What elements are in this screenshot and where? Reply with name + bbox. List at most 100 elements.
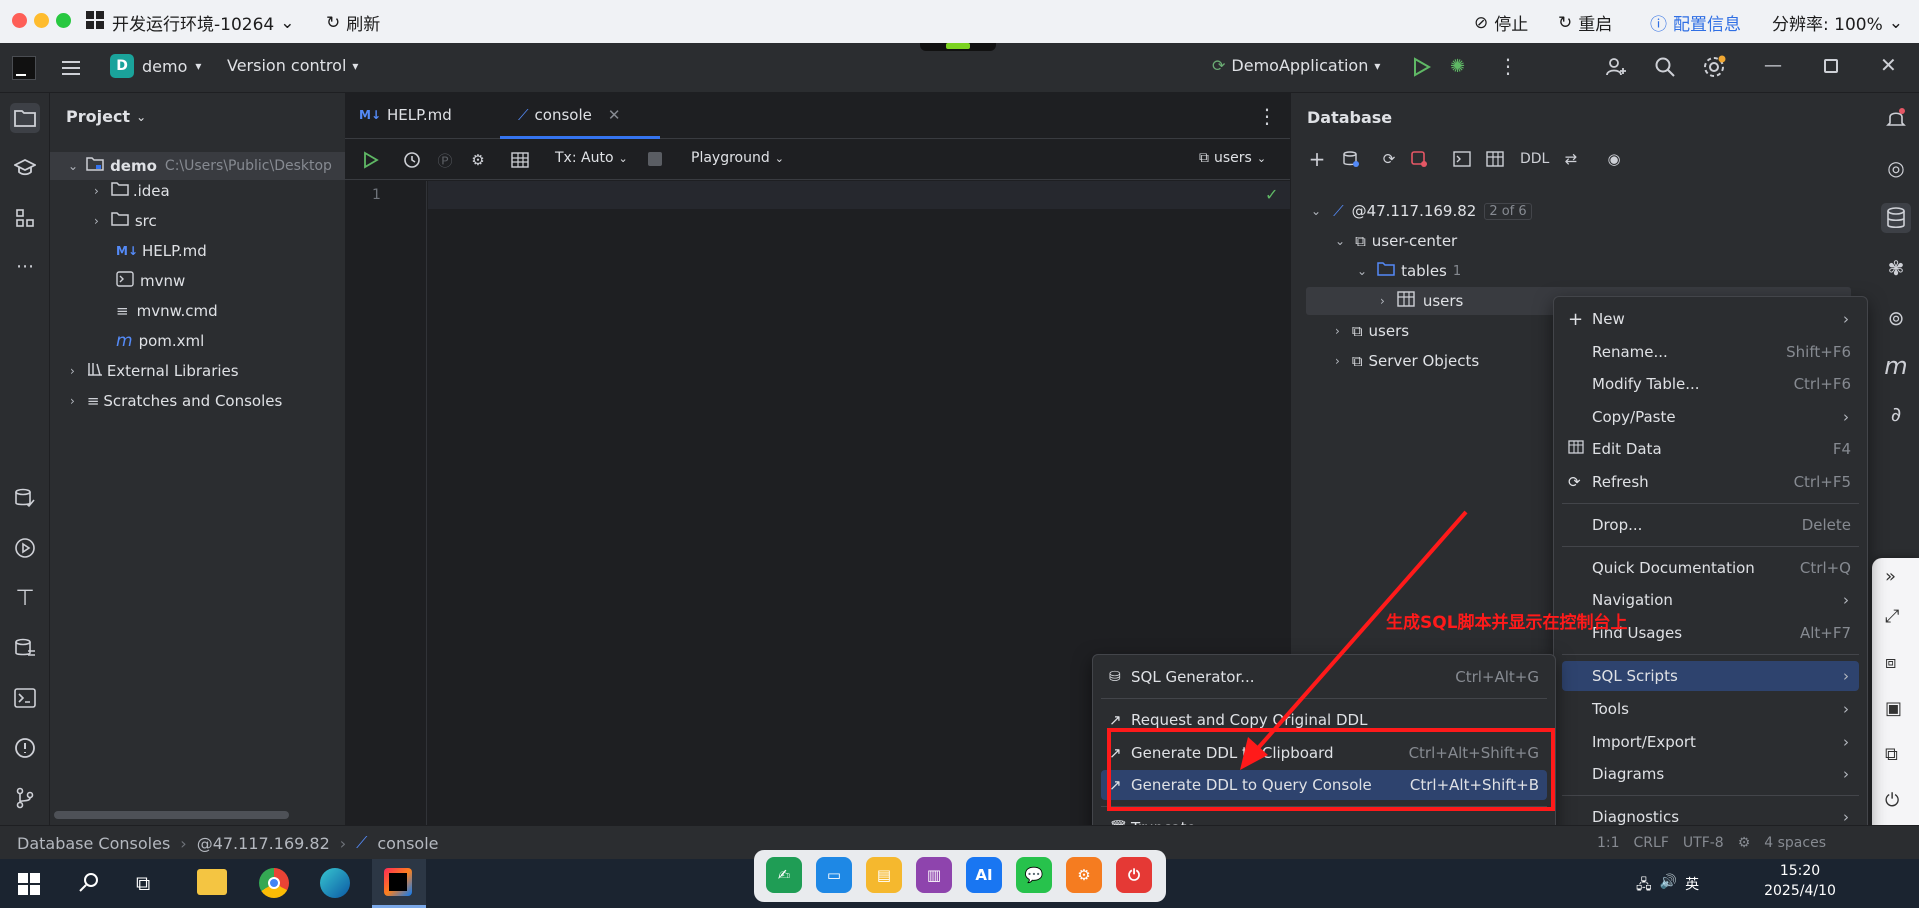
volume-icon[interactable]: 🔊 [1660, 874, 1677, 898]
vcs-dropdown[interactable]: Version control ▾ [227, 56, 358, 75]
breadcrumb-connection[interactable]: @47.117.169.82 [197, 834, 330, 853]
open-console-icon[interactable] [1449, 146, 1475, 172]
indent-setting[interactable]: 4 spaces [1764, 835, 1826, 851]
dock-notes-icon[interactable]: ▤ [866, 857, 902, 893]
notifications-bell-icon[interactable] [1881, 103, 1911, 133]
jump-to-source-icon[interactable]: ⇄ [1558, 146, 1584, 172]
collapse-chevrons-icon[interactable]: » [1885, 566, 1896, 587]
dock-chat-icon[interactable]: 💬 [1016, 857, 1052, 893]
copy-screen-icon[interactable]: ⧉ [1885, 744, 1898, 765]
session-handle[interactable] [920, 43, 996, 51]
maven-icon[interactable]: m [1881, 351, 1911, 381]
problems-icon[interactable] [10, 733, 40, 763]
minimize-window-dot[interactable] [34, 13, 49, 28]
execute-icon[interactable] [357, 147, 383, 173]
copilot-icon[interactable]: ✾ [1881, 253, 1911, 283]
file-explorer-icon[interactable] [197, 869, 227, 895]
build-hammer-icon[interactable]: ⊤ [10, 583, 40, 613]
main-menu-icon[interactable] [60, 57, 82, 79]
project-switcher[interactable]: D demo ▾ [110, 54, 201, 78]
tree-item-mvnw-cmd[interactable]: ≡ mvnw.cmd [116, 297, 218, 325]
gradle-icon[interactable]: ∂ [1881, 399, 1911, 429]
more-tools-icon[interactable]: ⋯ [10, 251, 40, 281]
schema-dropdown[interactable]: ⧉ users ⌄ [1199, 150, 1266, 166]
fullscreen-icon[interactable]: ⤢ [1885, 606, 1899, 627]
refresh-icon[interactable]: ⟳ [1376, 146, 1402, 172]
debug-icon[interactable]: ✺ [1450, 56, 1472, 78]
structure-icon[interactable] [10, 203, 40, 233]
breadcrumb-console[interactable]: console [377, 834, 438, 853]
terminal-icon[interactable] [10, 683, 40, 713]
search-icon[interactable] [1653, 55, 1677, 79]
split-view-icon[interactable]: ⧈ [1885, 652, 1896, 673]
run-config-dropdown[interactable]: ⟳ DemoApplication ▾ [1212, 56, 1380, 75]
add-icon[interactable]: + [1304, 146, 1330, 172]
config-button[interactable]: ⓘ 配置信息 [1650, 10, 1741, 35]
close-icon[interactable]: ✕ [1880, 53, 1897, 77]
settings-icon[interactable]: ⚙ [465, 147, 491, 173]
tab-help-md[interactable]: M↓ HELP.md [359, 106, 452, 124]
dock-ai-icon[interactable]: AI [966, 857, 1002, 893]
dock-power-icon[interactable]: ⏻ [1116, 857, 1152, 893]
tree-item-pom-xml[interactable]: m pom.xml [116, 327, 204, 355]
menu-item-rename[interactable]: Rename... Shift+F6 [1562, 337, 1859, 367]
menu-item-copy-paste[interactable]: Copy/Paste › [1562, 402, 1859, 432]
database-check-icon[interactable] [10, 483, 40, 513]
dock-book-icon[interactable]: ▥ [916, 857, 952, 893]
file-encoding[interactable]: UTF-8 [1683, 835, 1724, 851]
dock-sign-icon[interactable]: ✍ [766, 857, 802, 893]
tree-schema-user-center[interactable]: ⌄ ⧉ user-center [1335, 227, 1457, 255]
resolution-dropdown[interactable]: 分辨率: 100% ⌄ [1772, 10, 1903, 36]
ddl-button[interactable]: DDL [1520, 151, 1549, 167]
close-tab-icon[interactable]: ✕ [608, 106, 621, 124]
maximize-window-dot[interactable] [56, 13, 71, 28]
tree-item-idea[interactable]: › .idea [94, 177, 170, 205]
database-icon[interactable] [1881, 203, 1911, 233]
tree-item-src[interactable]: › src [94, 207, 157, 235]
tree-item-external-libraries[interactable]: › External Libraries [70, 357, 239, 385]
more-actions-icon[interactable]: ⋮ [1498, 54, 1518, 78]
menu-item-new[interactable]: + New › [1562, 304, 1859, 334]
ai-assistant-icon[interactable]: ◎ [1881, 153, 1911, 183]
tab-console[interactable]: ⟋ console ✕ [500, 93, 660, 139]
tree-tables-folder[interactable]: ⌄ tables 1 [1357, 257, 1461, 285]
start-windows-icon[interactable] [18, 873, 40, 899]
services-icon[interactable] [10, 533, 40, 563]
breadcrumb-database-consoles[interactable]: Database Consoles [17, 834, 170, 853]
tree-connection[interactable]: ⌄ ⟋ @47.117.169.82 2 of 6 [1311, 197, 1532, 225]
menu-item-drop[interactable]: Drop... Delete [1562, 510, 1859, 540]
tab-options-icon[interactable]: ⋮ [1257, 104, 1277, 128]
window-layout-icon[interactable]: ▣ [1885, 698, 1902, 719]
menu-item-sql-scripts[interactable]: SQL Scripts › [1562, 661, 1859, 691]
results-table-icon[interactable] [507, 147, 533, 173]
task-view-icon[interactable]: ⧉ [136, 871, 150, 895]
env-title-dropdown[interactable]: 开发运行环境-10264 ⌄ [112, 10, 294, 36]
menu-item-diagrams[interactable]: Diagrams › [1562, 759, 1859, 789]
close-window-dot[interactable] [12, 13, 27, 28]
table-editor-icon[interactable] [1482, 146, 1508, 172]
restart-button[interactable]: ↻ 重启 [1558, 10, 1612, 36]
run-icon[interactable] [1410, 56, 1432, 78]
tree-item-scratches[interactable]: › ≡ Scratches and Consoles [70, 387, 282, 415]
tree-item-help-md[interactable]: M↓ HELP.md [116, 237, 207, 265]
ime-indicator[interactable]: 英 [1685, 874, 1699, 898]
menu-item-quick-documentation[interactable]: Quick Documentation Ctrl+Q [1562, 553, 1859, 583]
edge-icon[interactable] [320, 868, 350, 898]
history-icon[interactable] [399, 147, 425, 173]
menu-item-edit-data[interactable]: Edit Data F4 [1562, 434, 1859, 464]
tree-item-mvnw[interactable]: mvnw [116, 267, 185, 295]
horizontal-scrollbar[interactable] [54, 811, 289, 819]
project-folder-icon[interactable] [10, 103, 40, 133]
project-view-dropdown[interactable]: Project ⌄ [66, 107, 146, 126]
data-source-properties-icon[interactable] [1338, 146, 1364, 172]
tree-schema-users[interactable]: › ⧉ users [1335, 317, 1409, 345]
clock[interactable]: 15:20 2025/4/10 [1760, 863, 1840, 899]
dock-settings-icon[interactable]: ⚙ [1066, 857, 1102, 893]
menu-item-refresh[interactable]: ⟳ Refresh Ctrl+F5 [1562, 467, 1859, 497]
tx-mode-dropdown[interactable]: Tx: Auto ⌄ [555, 150, 628, 166]
database-list-icon[interactable] [10, 633, 40, 663]
network-icon[interactable]: 🖧 [1636, 874, 1652, 898]
settings-gear-icon[interactable] [1701, 54, 1727, 80]
power-icon[interactable]: ⏻ [1885, 790, 1899, 811]
minimize-icon[interactable]: — [1764, 55, 1782, 76]
